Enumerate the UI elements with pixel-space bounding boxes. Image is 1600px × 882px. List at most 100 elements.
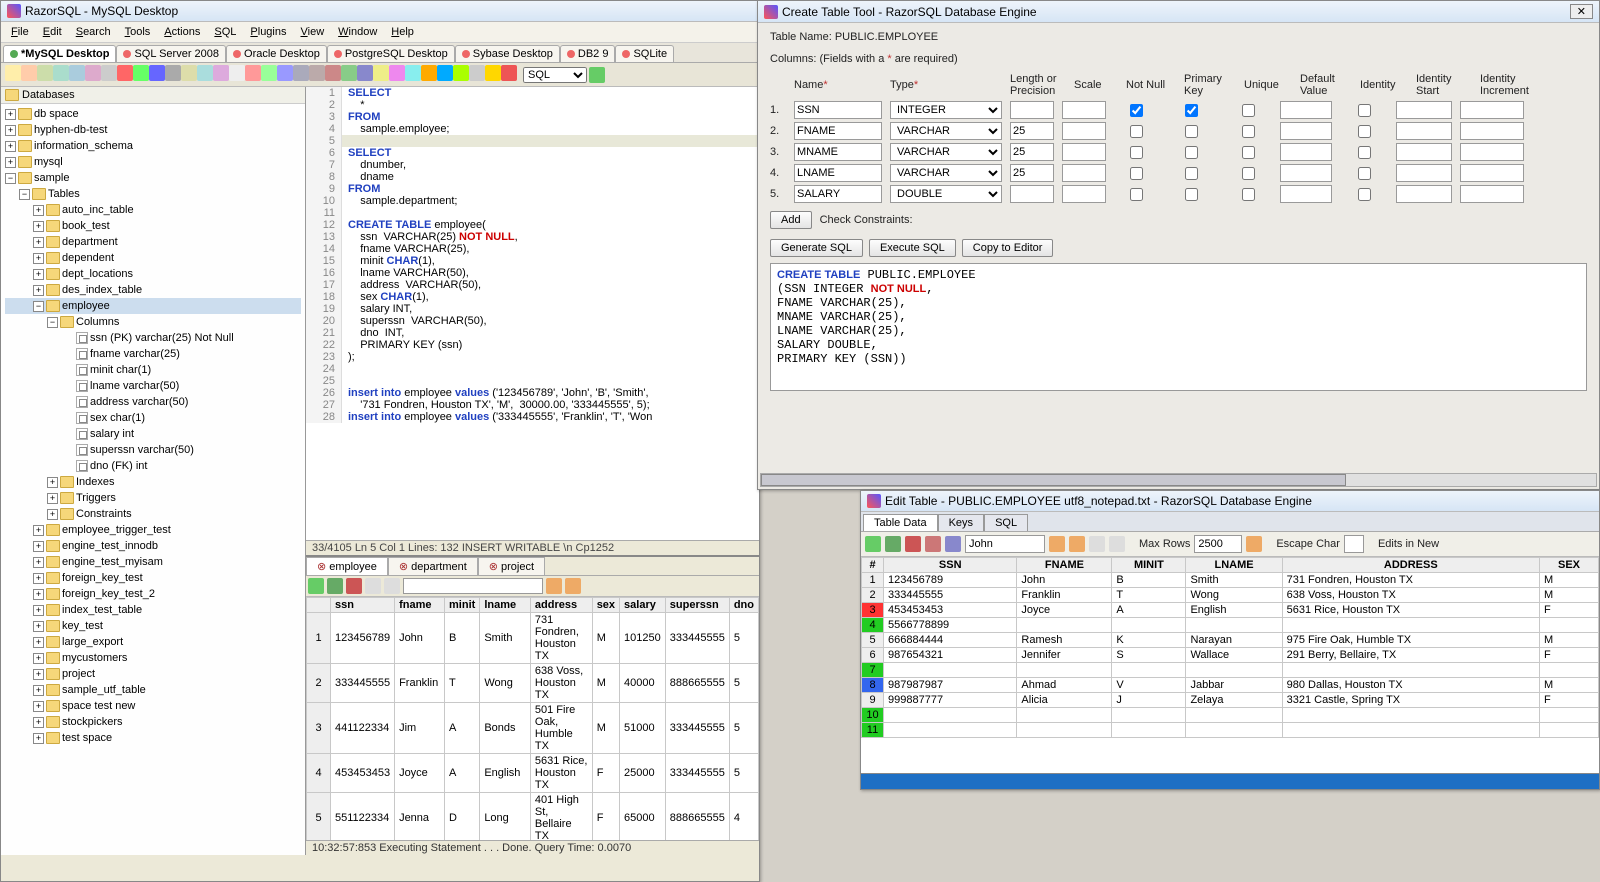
table-row[interactable]: 1123456789JohnBSmith731 Fondren, Houston… <box>307 613 759 664</box>
notnull-checkbox[interactable] <box>1130 188 1143 201</box>
expand-icon[interactable]: + <box>33 717 44 728</box>
cell[interactable]: 51000 <box>620 703 666 754</box>
toolbar-button-14[interactable] <box>229 65 245 81</box>
connection-tab[interactable]: PostgreSQL Desktop <box>327 45 455 62</box>
cell[interactable]: 551122334 <box>331 793 395 841</box>
tree-node[interactable]: ssn (PK) varchar(25) Not Null <box>5 330 301 346</box>
identity-checkbox[interactable] <box>1358 104 1371 117</box>
cell[interactable]: 25000 <box>620 754 666 793</box>
cell[interactable] <box>884 663 1017 678</box>
column-name-input[interactable] <box>794 185 882 203</box>
cell[interactable]: 123456789 <box>331 613 395 664</box>
column-header[interactable]: salary <box>620 598 666 613</box>
expand-icon[interactable]: + <box>33 685 44 696</box>
length-input[interactable] <box>1010 143 1054 161</box>
column-header[interactable]: SEX <box>1539 558 1598 573</box>
cell[interactable]: F <box>1539 648 1598 663</box>
table-row[interactable]: 3441122334JimABonds501 Fire Oak, Humble … <box>307 703 759 754</box>
expand-icon[interactable]: + <box>33 237 44 248</box>
expand-icon[interactable]: + <box>33 653 44 664</box>
tree-node[interactable]: lname varchar(50) <box>5 378 301 394</box>
cell[interactable]: John <box>1017 573 1112 588</box>
cell[interactable]: M <box>1539 633 1598 648</box>
identity-start-input[interactable] <box>1396 122 1452 140</box>
column-name-input[interactable] <box>794 101 882 119</box>
cell[interactable]: English <box>480 754 531 793</box>
table-row[interactable]: 45566778899 <box>862 618 1599 633</box>
code-line[interactable]: salary INT, <box>342 303 412 315</box>
code-line[interactable]: FROM <box>342 183 380 195</box>
cell[interactable] <box>1282 663 1539 678</box>
expand-icon[interactable]: + <box>5 157 16 168</box>
expand-icon[interactable]: + <box>5 141 16 152</box>
code-line[interactable]: dno INT, <box>342 327 404 339</box>
code-line[interactable]: * <box>342 99 365 111</box>
cell[interactable]: 3321 Castle, Spring TX <box>1282 693 1539 708</box>
cell[interactable]: F <box>1539 603 1598 618</box>
tree-node[interactable]: +foreign_key_test <box>5 570 301 586</box>
scale-input[interactable] <box>1062 185 1106 203</box>
tree-node[interactable]: +test space <box>5 730 301 746</box>
connection-tab[interactable]: Sybase Desktop <box>455 45 560 62</box>
tree-node[interactable]: +Triggers <box>5 490 301 506</box>
table-row[interactable]: 8987987987AhmadVJabbar980 Dallas, Housto… <box>862 678 1599 693</box>
cell[interactable]: B <box>445 613 480 664</box>
cell[interactable]: 980 Dallas, Houston TX <box>1282 678 1539 693</box>
add-row-icon[interactable] <box>885 536 901 552</box>
toolbar-button-27[interactable] <box>437 65 453 81</box>
unique-checkbox[interactable] <box>1242 146 1255 159</box>
expand-icon[interactable]: + <box>5 109 16 120</box>
menu-actions[interactable]: Actions <box>158 24 206 40</box>
code-line[interactable] <box>342 135 348 147</box>
tree-node[interactable]: sex char(1) <box>5 410 301 426</box>
expand-icon[interactable]: + <box>33 221 44 232</box>
results-filter-input[interactable] <box>403 578 543 594</box>
code-line[interactable]: dnumber, <box>342 159 406 171</box>
tree-node[interactable]: +book_test <box>5 218 301 234</box>
toolbar-button-3[interactable] <box>53 65 69 81</box>
tree-node[interactable]: +employee_trigger_test <box>5 522 301 538</box>
code-line[interactable]: minit CHAR(1), <box>342 255 435 267</box>
search-prev-icon[interactable] <box>1069 536 1085 552</box>
toolbar-button-15[interactable] <box>245 65 261 81</box>
close-icon[interactable]: ⊗ <box>399 560 408 573</box>
cell[interactable]: 638 Voss, Houston TX <box>530 664 592 703</box>
sql-type-select[interactable]: SQL <box>523 67 587 83</box>
toolbar-button-7[interactable] <box>117 65 133 81</box>
titlebar[interactable]: RazorSQL - MySQL Desktop <box>1 1 759 22</box>
add-column-button[interactable]: Add <box>770 211 812 229</box>
identity-start-input[interactable] <box>1396 185 1452 203</box>
cell[interactable]: 5631 Rice, Houston TX <box>530 754 592 793</box>
cell[interactable]: 333445555 <box>331 664 395 703</box>
code-line[interactable]: ssn VARCHAR(25) NOT NULL, <box>342 231 518 243</box>
cell[interactable]: K <box>1112 633 1186 648</box>
toolbar-button-10[interactable] <box>165 65 181 81</box>
unique-checkbox[interactable] <box>1242 188 1255 201</box>
table-row[interactable]: 1123456789JohnBSmith731 Fondren, Houston… <box>862 573 1599 588</box>
cell[interactable]: 101250 <box>620 613 666 664</box>
cell[interactable]: B <box>1112 573 1186 588</box>
tree-node[interactable]: superssn varchar(50) <box>5 442 301 458</box>
cell[interactable]: Joyce <box>1017 603 1112 618</box>
toolbar-button-26[interactable] <box>421 65 437 81</box>
sort-icon[interactable] <box>1109 536 1125 552</box>
cell[interactable]: F <box>592 793 619 841</box>
tree-node[interactable]: +mysql <box>5 154 301 170</box>
identity-checkbox[interactable] <box>1358 188 1371 201</box>
identity-checkbox[interactable] <box>1358 125 1371 138</box>
toolbar-button-6[interactable] <box>101 65 117 81</box>
column-type-select[interactable]: INTEGER <box>890 101 1002 119</box>
identity-start-input[interactable] <box>1396 101 1452 119</box>
tree-node[interactable]: +db space <box>5 106 301 122</box>
tree-node[interactable]: +Constraints <box>5 506 301 522</box>
identity-start-input[interactable] <box>1396 143 1452 161</box>
column-header[interactable]: # <box>862 558 884 573</box>
scale-input[interactable] <box>1062 143 1106 161</box>
tree-node[interactable]: +hyphen-db-test <box>5 122 301 138</box>
horizontal-scrollbar[interactable] <box>861 773 1599 789</box>
cell[interactable]: Wallace <box>1186 648 1282 663</box>
cell[interactable] <box>1186 663 1282 678</box>
expand-icon[interactable]: + <box>33 525 44 536</box>
tree-node[interactable]: +sample_utf_table <box>5 682 301 698</box>
tree-node[interactable]: +department <box>5 234 301 250</box>
